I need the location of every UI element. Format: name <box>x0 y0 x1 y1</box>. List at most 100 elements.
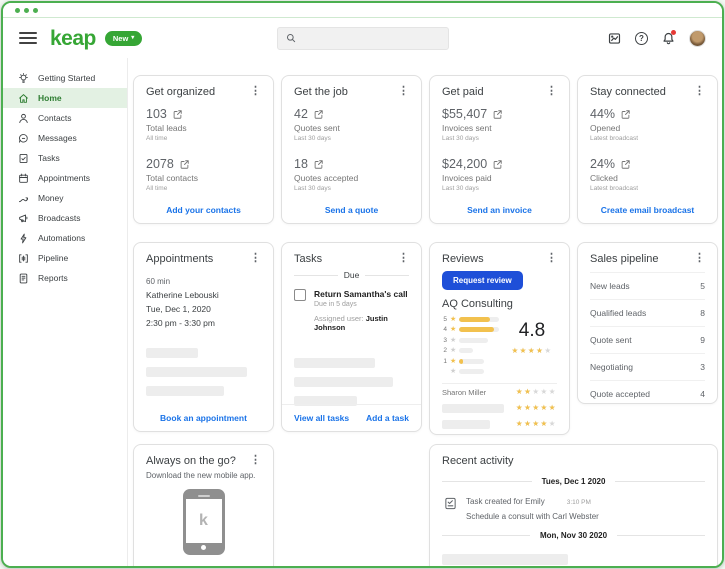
card-stay-connected: Stay connected ⋮ 44% Opened Latest broad… <box>577 75 718 224</box>
stage-label: Quote sent <box>590 335 632 345</box>
histogram-row: 2 ★ <box>442 347 499 355</box>
for-ios-link[interactable]: For iOS <box>222 565 253 566</box>
book-appointment-link[interactable]: Book an appointment <box>134 413 273 423</box>
hamburger-menu-icon[interactable] <box>19 32 37 44</box>
external-link-icon[interactable] <box>621 110 630 119</box>
pipeline-stage[interactable]: Quote sent 9 <box>590 327 705 354</box>
kebab-menu-icon[interactable]: ⋮ <box>694 253 705 264</box>
pipeline-stage[interactable]: Qualified leads 8 <box>590 300 705 327</box>
checklist-icon[interactable] <box>608 32 621 45</box>
search-input[interactable] <box>302 33 440 43</box>
activity-title: Task created for Emily <box>466 497 545 506</box>
sidebar-item-getting-started[interactable]: Getting Started <box>3 68 127 88</box>
stat-quotes-sent: 42 Quotes sent Last 30 days <box>294 107 409 142</box>
stat-value: 44% <box>590 107 615 121</box>
sidebar-item-messages[interactable]: Messages <box>3 128 127 148</box>
notification-bell-icon[interactable] <box>662 32 675 45</box>
sidebar-item-broadcasts[interactable]: Broadcasts <box>3 208 127 228</box>
sidebar-item-pipeline[interactable]: Pipeline <box>3 248 127 268</box>
external-link-icon[interactable] <box>180 160 189 169</box>
view-all-tasks-link[interactable]: View all tasks <box>294 413 349 423</box>
reviewer-name: Sharon Miller <box>442 388 486 397</box>
keap-logo[interactable]: keap <box>50 28 96 49</box>
histogram-row: 3 ★ <box>442 336 499 344</box>
histogram-row: 1 ★ <box>442 357 499 365</box>
kebab-menu-icon[interactable]: ⋮ <box>694 86 705 97</box>
sidebar-item-label: Appointments <box>38 173 90 183</box>
stat-invoices-paid: $24,200 Invoices paid Last 30 days <box>442 157 557 192</box>
add-contacts-link[interactable]: Add your contacts <box>134 205 273 215</box>
review-row: Sharon Miller ★★★★★★★★★★ <box>442 384 557 400</box>
skeleton-bar <box>294 377 393 387</box>
search-bar[interactable] <box>277 27 449 50</box>
external-link-icon[interactable] <box>173 110 182 119</box>
user-avatar[interactable] <box>689 30 706 47</box>
pipeline-stage[interactable]: Quote accepted 4 <box>590 381 705 404</box>
sidebar-item-label: Reports <box>38 273 68 283</box>
clipboard-check-icon <box>18 153 29 164</box>
kebab-menu-icon[interactable]: ⋮ <box>546 86 557 97</box>
stat-total-leads: 103 Total leads All time <box>146 107 261 142</box>
histogram-star: ★ <box>450 368 456 375</box>
kebab-menu-icon[interactable]: ⋮ <box>398 86 409 97</box>
task-checkbox[interactable] <box>294 289 306 301</box>
kebab-menu-icon[interactable]: ⋮ <box>546 253 557 264</box>
stage-count: 9 <box>700 335 705 345</box>
date-divider: Tues, Dec 1 2020 <box>442 477 705 486</box>
appointment-duration: 60 min <box>146 277 261 286</box>
sidebar-item-automations[interactable]: Automations <box>3 228 127 248</box>
business-name: AQ Consulting <box>442 298 557 310</box>
sidebar-item-money[interactable]: Money <box>3 188 127 208</box>
window-control-dot[interactable] <box>33 8 38 13</box>
histogram-star: ★ <box>450 347 456 354</box>
card-title: Appointments <box>146 253 213 265</box>
external-link-icon[interactable] <box>493 110 502 119</box>
new-badge-dropdown[interactable]: New ▾ <box>105 31 142 46</box>
stat-invoices-sent: $55,407 Invoices sent Last 30 days <box>442 107 557 142</box>
histogram-label: 2 <box>442 347 447 354</box>
home-icon <box>18 93 29 104</box>
window-control-dot[interactable] <box>15 8 20 13</box>
kebab-menu-icon[interactable]: ⋮ <box>250 455 261 466</box>
megaphone-icon <box>18 213 29 224</box>
new-badge-label: New <box>113 34 128 43</box>
request-review-button[interactable]: Request review <box>442 271 523 290</box>
skeleton-bar <box>146 367 247 377</box>
card-title: Always on the go? <box>146 455 236 467</box>
sidebar-item-tasks[interactable]: Tasks <box>3 148 127 168</box>
histogram-label: 5 <box>442 316 447 323</box>
external-link-icon[interactable] <box>621 160 630 169</box>
for-android-link[interactable]: For Android <box>154 565 202 566</box>
sidebar-item-contacts[interactable]: Contacts <box>3 108 127 128</box>
pipeline-stage[interactable]: Negotiating 3 <box>590 354 705 381</box>
sidebar-item-label: Getting Started <box>38 73 95 83</box>
create-broadcast-link[interactable]: Create email broadcast <box>578 205 717 215</box>
skeleton-bar <box>146 348 198 358</box>
sidebar-item-appointments[interactable]: Appointments <box>3 168 127 188</box>
stat-label: Opened <box>590 123 705 133</box>
task-assigned: Assigned user: Justin Johnson <box>314 314 409 332</box>
card-title: Get organized <box>146 86 215 98</box>
external-link-icon[interactable] <box>314 160 323 169</box>
kebab-menu-icon[interactable]: ⋮ <box>398 253 409 264</box>
add-task-link[interactable]: Add a task <box>366 413 409 423</box>
lightbulb-icon <box>18 73 29 84</box>
sidebar-item-home[interactable]: Home <box>3 88 127 108</box>
stat-quotes-accepted: 18 Quotes accepted Last 30 days <box>294 157 409 192</box>
task-title: Return Samantha's call <box>314 289 409 299</box>
help-icon[interactable]: ? <box>635 32 648 45</box>
review-row: ★★★★★★★★★★ <box>442 416 557 432</box>
date-label: Tues, Dec 1 2020 <box>542 477 606 486</box>
sidebar-item-reports[interactable]: Reports <box>3 268 127 288</box>
kebab-menu-icon[interactable]: ⋮ <box>250 253 261 264</box>
stage-label: Qualified leads <box>590 308 646 318</box>
send-quote-link[interactable]: Send a quote <box>282 205 421 215</box>
send-invoice-link[interactable]: Send an invoice <box>430 205 569 215</box>
card-title: Recent activity <box>442 455 705 467</box>
kebab-menu-icon[interactable]: ⋮ <box>250 86 261 97</box>
pipeline-stage[interactable]: New leads 5 <box>590 273 705 300</box>
external-link-icon[interactable] <box>314 110 323 119</box>
dashboard: Get organized ⋮ 103 Total leads All time <box>128 58 722 566</box>
external-link-icon[interactable] <box>493 160 502 169</box>
window-control-dot[interactable] <box>24 8 29 13</box>
